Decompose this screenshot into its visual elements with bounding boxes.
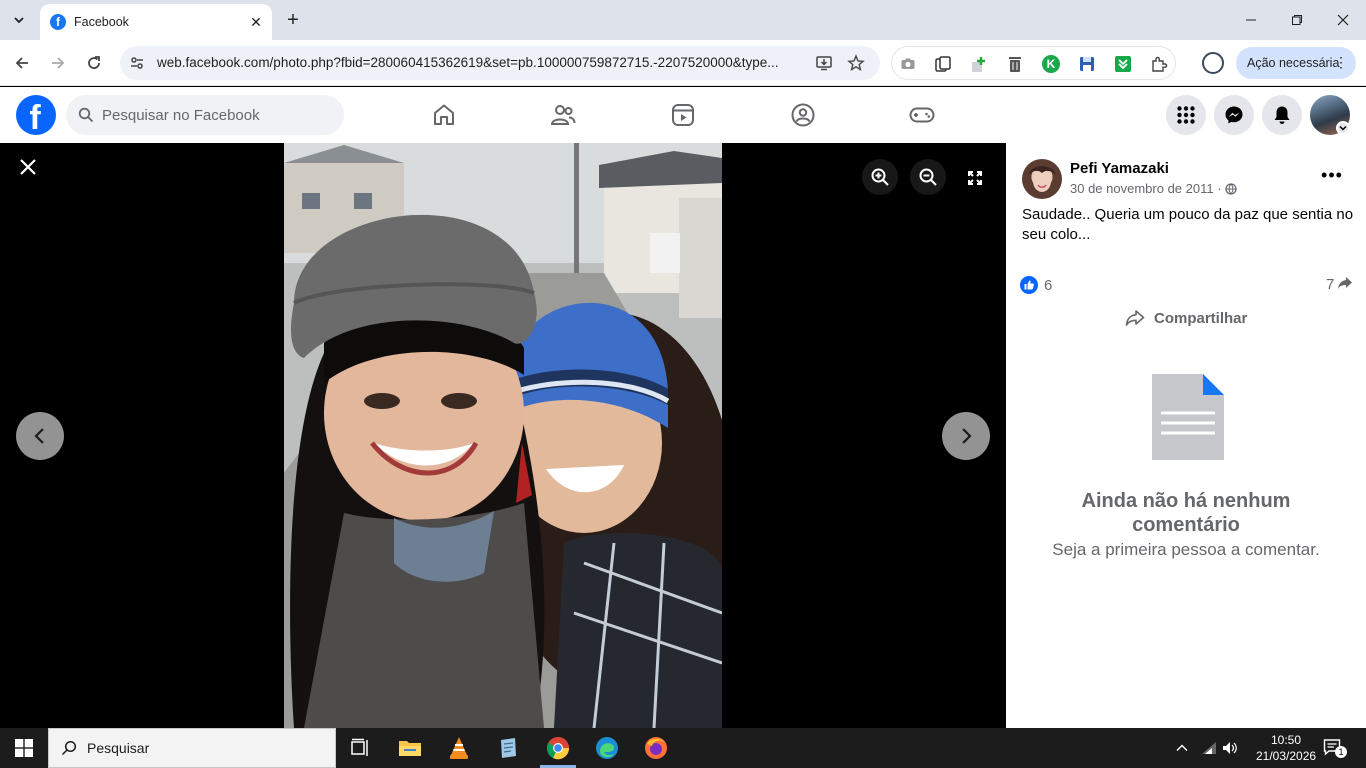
browser-tab-strip: f Facebook ✕ + bbox=[0, 0, 1366, 40]
share-count[interactable]: 7 bbox=[1326, 276, 1334, 293]
author-avatar[interactable] bbox=[1022, 159, 1062, 199]
share-button-label: Compartilhar bbox=[1154, 309, 1248, 327]
firefox-icon[interactable] bbox=[642, 734, 670, 762]
network-icon[interactable] bbox=[1201, 740, 1217, 756]
site-settings-icon[interactable] bbox=[128, 54, 146, 72]
reload-icon[interactable] bbox=[80, 49, 108, 77]
search-placeholder: Pesquisar no Facebook bbox=[102, 106, 260, 124]
taskbar-search-icon bbox=[61, 740, 77, 756]
back-arrow-icon[interactable] bbox=[8, 49, 36, 77]
no-comments-subtitle: Seja a primeira pessoa a comentar. bbox=[1052, 540, 1320, 559]
address-bar[interactable]: web.facebook.com/photo.php?fbid=28006041… bbox=[120, 46, 880, 80]
share-arrow-icon bbox=[1124, 307, 1146, 329]
like-count[interactable]: 6 bbox=[1044, 277, 1052, 294]
empty-comments-document-icon bbox=[1151, 373, 1225, 461]
vlc-icon[interactable] bbox=[445, 734, 473, 762]
puzzle-extensions-icon[interactable] bbox=[1150, 55, 1168, 73]
browser-profile-icon[interactable] bbox=[1202, 52, 1224, 74]
post-caption: Saudade.. Queria um pouco da paz que sen… bbox=[1022, 206, 1354, 243]
share-count-arrow-icon bbox=[1337, 276, 1353, 294]
share-button[interactable]: Compartilhar bbox=[1124, 306, 1247, 330]
minimize-icon[interactable] bbox=[1228, 0, 1274, 40]
volume-icon[interactable] bbox=[1222, 740, 1238, 756]
camera-extension-icon[interactable] bbox=[899, 55, 917, 73]
forward-arrow-icon[interactable] bbox=[44, 49, 72, 77]
more-options-icon[interactable]: ••• bbox=[1318, 165, 1346, 185]
groups-icon[interactable] bbox=[789, 101, 817, 129]
plus-extension-icon[interactable] bbox=[970, 55, 988, 73]
zoom-in-icon[interactable] bbox=[862, 159, 898, 195]
clock-date: 21/03/2026 bbox=[1256, 749, 1317, 763]
friends-icon[interactable] bbox=[549, 101, 577, 129]
facebook-search-input[interactable]: Pesquisar no Facebook bbox=[66, 95, 344, 135]
system-clock[interactable]: 10:50 21/03/2026 bbox=[1256, 732, 1316, 764]
install-app-icon[interactable] bbox=[815, 54, 833, 72]
copy-extension-icon[interactable] bbox=[934, 55, 952, 73]
action-required-button[interactable]: Ação necessária ⋮ bbox=[1236, 47, 1356, 79]
zoom-out-icon[interactable] bbox=[910, 159, 946, 195]
tab-title: Facebook bbox=[74, 15, 129, 29]
browser-menu-icon[interactable]: ⋮ bbox=[1334, 54, 1348, 71]
windows-start-icon[interactable] bbox=[0, 728, 48, 768]
notification-count-badge: 1 bbox=[1335, 746, 1347, 758]
taskbar-search-input[interactable]: Pesquisar bbox=[48, 728, 336, 768]
save-extension-icon[interactable] bbox=[1078, 55, 1096, 73]
like-reaction-icon[interactable] bbox=[1020, 276, 1038, 294]
post-photo bbox=[284, 143, 722, 728]
menu-grid-icon[interactable] bbox=[1166, 95, 1206, 135]
action-required-label: Ação necessária bbox=[1247, 56, 1340, 70]
photo-viewer bbox=[0, 143, 1006, 728]
tray-chevron-up-icon[interactable] bbox=[1174, 740, 1190, 756]
notepad-app-icon[interactable] bbox=[494, 734, 522, 762]
photo-illustration bbox=[284, 143, 722, 728]
task-view-icon[interactable] bbox=[346, 734, 374, 762]
facebook-header: f Pesquisar no Facebook bbox=[0, 87, 1366, 143]
tab-close-icon[interactable]: ✕ bbox=[248, 14, 264, 30]
windows-taskbar: Pesquisar 10:50 21/03/2026 1 bbox=[0, 728, 1366, 768]
bookmark-star-icon[interactable] bbox=[847, 54, 865, 72]
post-date[interactable]: 30 de novembro de 2011 · bbox=[1070, 181, 1222, 196]
next-photo-arrow-icon[interactable] bbox=[942, 412, 990, 460]
edge-icon[interactable] bbox=[593, 734, 621, 762]
video-icon[interactable] bbox=[669, 101, 697, 129]
tab-search-chevron-icon[interactable] bbox=[6, 8, 32, 32]
browser-toolbar: web.facebook.com/photo.php?fbid=28006041… bbox=[0, 40, 1366, 86]
search-icon bbox=[78, 107, 94, 123]
close-window-icon[interactable] bbox=[1320, 0, 1366, 40]
notifications-bell-icon[interactable] bbox=[1262, 95, 1302, 135]
url-text[interactable]: web.facebook.com/photo.php?fbid=28006041… bbox=[157, 55, 807, 70]
close-viewer-icon[interactable] bbox=[16, 155, 40, 179]
facebook-logo[interactable]: f bbox=[16, 95, 56, 135]
home-icon[interactable] bbox=[430, 101, 458, 129]
taskbar-search-placeholder: Pesquisar bbox=[87, 740, 150, 756]
clock-time: 10:50 bbox=[1270, 733, 1302, 747]
previous-photo-arrow-icon[interactable] bbox=[16, 412, 64, 460]
trash-extension-icon[interactable] bbox=[1006, 55, 1024, 73]
chrome-icon[interactable] bbox=[544, 734, 572, 762]
browser-tab-facebook[interactable]: f Facebook ✕ bbox=[40, 4, 272, 40]
account-chevron-icon[interactable] bbox=[1336, 121, 1350, 135]
k-extension-icon[interactable]: K bbox=[1042, 55, 1060, 73]
download-extension-icon[interactable] bbox=[1114, 55, 1132, 73]
extensions-group: K bbox=[891, 46, 1176, 80]
gaming-icon[interactable] bbox=[908, 101, 936, 129]
post-author-name[interactable]: Pefi Yamazaki bbox=[1070, 160, 1169, 177]
no-comments-title: Ainda não há nenhum comentário bbox=[1081, 490, 1291, 536]
restore-icon[interactable] bbox=[1274, 0, 1320, 40]
file-explorer-icon[interactable] bbox=[396, 734, 424, 762]
post-details-panel: Pefi Yamazaki 30 de novembro de 2011 · •… bbox=[1006, 143, 1366, 728]
public-globe-icon bbox=[1225, 183, 1237, 195]
new-tab-plus-icon[interactable]: + bbox=[282, 9, 304, 31]
facebook-favicon-icon: f bbox=[50, 14, 66, 30]
fullscreen-expand-icon[interactable] bbox=[962, 165, 988, 191]
messenger-icon[interactable] bbox=[1214, 95, 1254, 135]
